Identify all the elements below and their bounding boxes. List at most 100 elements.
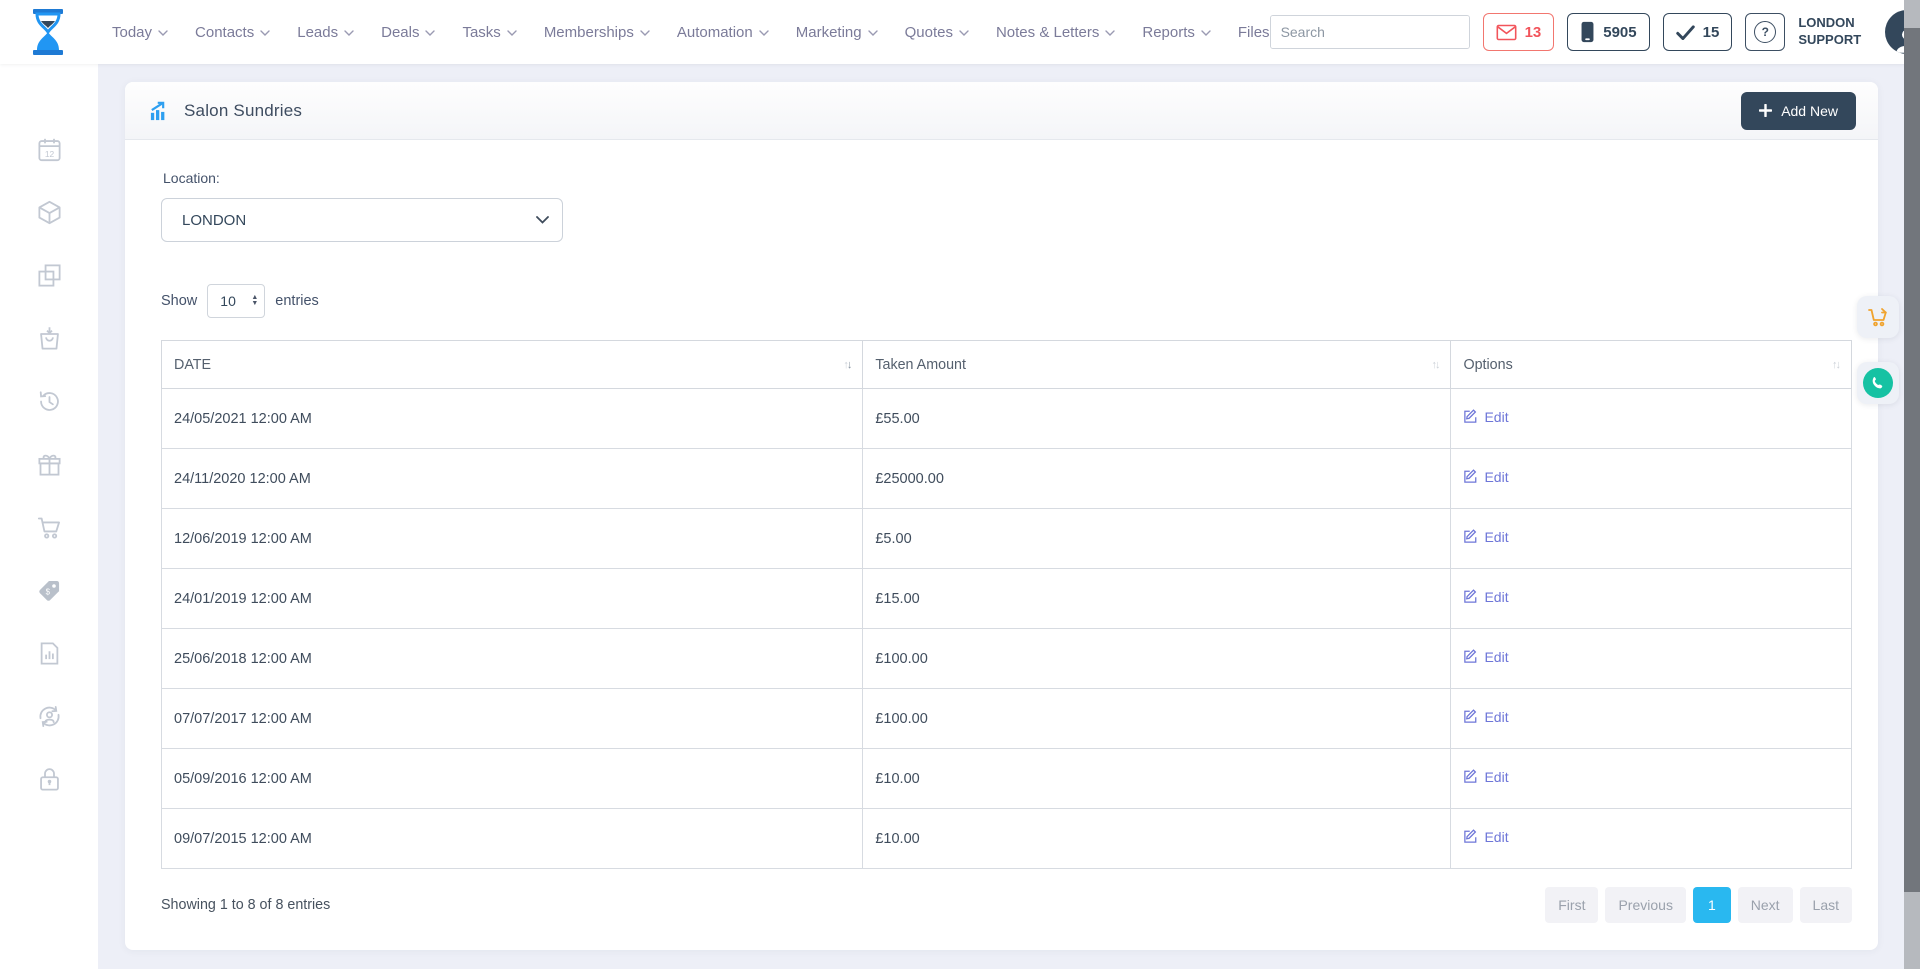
edit-link[interactable]: Edit (1463, 709, 1508, 725)
edit-label: Edit (1484, 769, 1508, 785)
nav-label: Automation (677, 24, 753, 41)
edit-link[interactable]: Edit (1463, 649, 1508, 665)
plus-icon (1759, 104, 1772, 117)
pagination: First Previous 1 Next Last (1545, 887, 1852, 923)
nav-item-notes-letters[interactable]: Notes & Letters (996, 24, 1115, 41)
cell-amount: £55.00 (863, 389, 1451, 449)
nav-item-tasks[interactable]: Tasks (462, 24, 516, 41)
sidebar-item-packages[interactable] (36, 199, 63, 226)
search-box (1270, 15, 1470, 49)
floating-phone-button[interactable] (1857, 362, 1899, 404)
edit-link[interactable]: Edit (1463, 829, 1508, 845)
edit-icon (1463, 829, 1478, 844)
pagination-previous-button[interactable]: Previous (1605, 887, 1685, 923)
profile-menu[interactable]: LONDON SUPPORT (1798, 10, 1920, 54)
nav-item-contacts[interactable]: Contacts (195, 24, 270, 41)
cell-amount: £10.00 (863, 809, 1451, 869)
edit-icon (1463, 409, 1478, 424)
phone-icon (1863, 368, 1893, 398)
nav-label: Contacts (195, 24, 254, 41)
chevron-down-icon (158, 30, 168, 36)
sidebar-item-duplicates[interactable] (36, 262, 63, 289)
sidebar-item-orders[interactable] (36, 325, 63, 352)
sidebar-item-account[interactable] (36, 703, 63, 730)
page-size-select[interactable]: 10 (207, 284, 265, 318)
sidebar-item-pricing[interactable]: $ (36, 577, 63, 604)
edit-link[interactable]: Edit (1463, 769, 1508, 785)
entries-summary: Showing 1 to 8 of 8 entries (161, 897, 330, 913)
cell-options: Edit (1451, 389, 1852, 449)
cell-amount: £100.00 (863, 629, 1451, 689)
app-logo[interactable] (26, 6, 70, 58)
edit-label: Edit (1484, 469, 1508, 485)
nav-item-automation[interactable]: Automation (677, 24, 769, 41)
sundries-table: DATE↑↓ Taken Amount↑↓ Options↑↓ 24/05/20… (161, 340, 1852, 869)
check-icon (1676, 25, 1695, 40)
show-label: Show (161, 293, 197, 309)
main-nav: Today Contacts Leads Deals Tasks Members… (112, 24, 1270, 41)
column-header-options[interactable]: Options↑↓ (1451, 341, 1852, 389)
nav-item-memberships[interactable]: Memberships (544, 24, 650, 41)
profile-name: LONDON SUPPORT (1798, 15, 1876, 49)
cell-date: 24/01/2019 12:00 AM (162, 569, 863, 629)
location-select[interactable]: LONDON (161, 198, 563, 242)
location-label: Location: (163, 170, 1852, 186)
floating-cart-button[interactable] (1857, 296, 1899, 338)
entries-label: entries (275, 293, 319, 309)
pagination-page-1-button[interactable]: 1 (1693, 887, 1731, 923)
nav-item-today[interactable]: Today (112, 24, 168, 41)
chevron-down-icon (959, 30, 969, 36)
search-input[interactable] (1271, 16, 1470, 48)
edit-link[interactable]: Edit (1463, 409, 1508, 425)
card-body: Location: LONDON Show 10 ▲▼ entries (125, 140, 1878, 950)
location-select-wrap: LONDON (161, 198, 563, 242)
table-row: 24/01/2019 12:00 AM £15.00 Edit (162, 569, 1852, 629)
chevron-down-icon (1105, 30, 1115, 36)
edit-label: Edit (1484, 829, 1508, 845)
nav-item-deals[interactable]: Deals (381, 24, 435, 41)
cell-amount: £5.00 (863, 509, 1451, 569)
add-new-button[interactable]: Add New (1741, 92, 1856, 130)
help-button[interactable]: ? (1745, 13, 1785, 51)
sidebar-item-reports[interactable] (36, 640, 63, 667)
chevron-down-icon (344, 30, 354, 36)
sidebar-item-security[interactable] (36, 766, 63, 793)
nav-item-files[interactable]: Files (1238, 24, 1270, 41)
gift-icon (36, 451, 63, 478)
edit-link[interactable]: Edit (1463, 469, 1508, 485)
cart-icon (36, 514, 63, 541)
calendar-icon: 12 (36, 136, 63, 163)
page-title-group: Salon Sundries (149, 101, 302, 121)
nav-item-marketing[interactable]: Marketing (796, 24, 878, 41)
column-label: Taken Amount (875, 357, 966, 373)
nav-item-reports[interactable]: Reports (1142, 24, 1211, 41)
copy-icon (36, 262, 63, 289)
cell-options: Edit (1451, 629, 1852, 689)
edit-link[interactable]: Edit (1463, 529, 1508, 545)
cell-options: Edit (1451, 509, 1852, 569)
sidebar-item-cart[interactable] (36, 514, 63, 541)
scrollbar-thumb[interactable] (1904, 28, 1920, 892)
chart-growth-icon (149, 101, 171, 121)
calls-count: 5905 (1603, 24, 1636, 41)
nav-item-leads[interactable]: Leads (297, 24, 354, 41)
chevron-down-icon (868, 30, 878, 36)
pagination-next-button[interactable]: Next (1738, 887, 1793, 923)
nav-label: Notes & Letters (996, 24, 1099, 41)
sidebar-item-history[interactable] (36, 388, 63, 415)
tasks-badge[interactable]: 15 (1663, 13, 1733, 51)
column-header-taken-amount[interactable]: Taken Amount↑↓ (863, 341, 1451, 389)
nav-item-quotes[interactable]: Quotes (905, 24, 969, 41)
calls-badge[interactable]: 5905 (1567, 13, 1649, 51)
sidebar-item-gifts[interactable] (36, 451, 63, 478)
scrollbar-track[interactable] (1904, 0, 1920, 969)
pagination-first-button[interactable]: First (1545, 887, 1598, 923)
pagination-last-button[interactable]: Last (1800, 887, 1852, 923)
shopping-bag-icon (36, 325, 63, 352)
sidebar-item-calendar[interactable]: 12 (36, 136, 63, 163)
chevron-down-icon (640, 30, 650, 36)
messages-badge[interactable]: 13 (1483, 13, 1555, 51)
column-header-date[interactable]: DATE↑↓ (162, 341, 863, 389)
edit-link[interactable]: Edit (1463, 589, 1508, 605)
package-icon (36, 199, 63, 226)
